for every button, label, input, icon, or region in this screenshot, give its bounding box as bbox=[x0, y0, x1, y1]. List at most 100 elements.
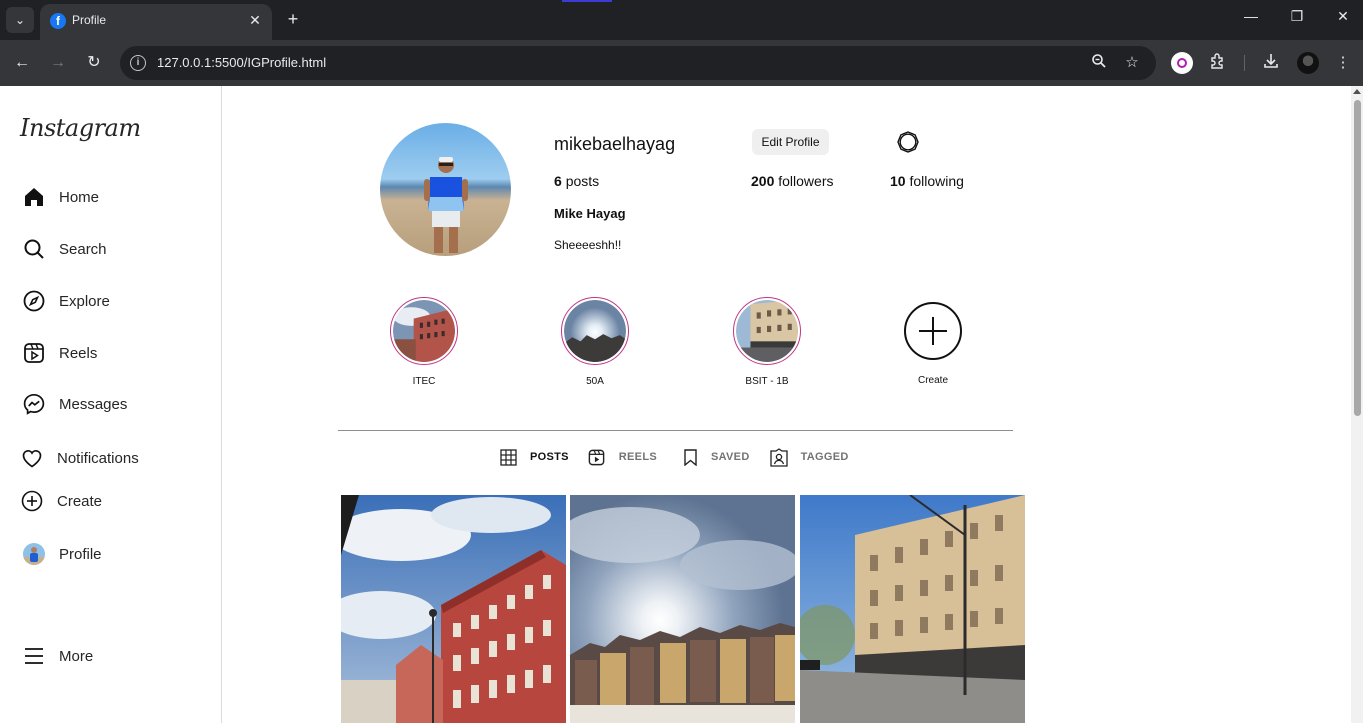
highlight-label: 50A bbox=[586, 376, 604, 387]
scroll-thumb[interactable] bbox=[1354, 100, 1361, 416]
followers-count: 200 bbox=[751, 173, 775, 189]
highlight-itec[interactable]: ITEC bbox=[389, 297, 459, 387]
sidebar-item-explore[interactable]: Explore bbox=[22, 286, 110, 316]
sidebar-item-label: Home bbox=[59, 188, 100, 206]
minimize-button[interactable]: — bbox=[1239, 8, 1263, 24]
url-text[interactable]: 127.0.0.1:5500/IGProfile.html bbox=[157, 55, 326, 70]
bookmark-icon bbox=[684, 448, 697, 466]
menu-icon bbox=[22, 644, 46, 668]
extensions-puzzle-icon[interactable] bbox=[1207, 52, 1229, 74]
highlight-ring bbox=[733, 297, 801, 365]
following-count: 10 bbox=[890, 173, 906, 189]
highlight-bsit-1b[interactable]: BSIT - 1B bbox=[732, 297, 802, 387]
messenger-icon bbox=[22, 392, 46, 416]
sidebar-item-more[interactable]: More bbox=[22, 641, 93, 671]
plus-icon bbox=[904, 302, 962, 360]
tab-label: TAGGED bbox=[800, 451, 849, 463]
sidebar-item-label: More bbox=[59, 647, 94, 665]
tab-posts[interactable]: POSTS bbox=[500, 448, 569, 466]
following-label: following bbox=[909, 173, 964, 189]
post-thumbnail[interactable] bbox=[570, 495, 795, 723]
browser-toolbar: ← → ↻ i 127.0.0.1:5500/IGProfile.html ☆ … bbox=[0, 40, 1363, 86]
tab-title: Profile bbox=[72, 13, 107, 27]
extension-podcast-icon[interactable] bbox=[1171, 52, 1193, 74]
scroll-up-arrow-icon[interactable] bbox=[1353, 89, 1361, 94]
sidebar-item-profile[interactable]: Profile bbox=[22, 539, 102, 569]
forward-arrow-icon[interactable]: → bbox=[47, 52, 69, 74]
sidebar: Instagram Home Search Explore Reels Mess… bbox=[0, 86, 222, 723]
zoom-icon[interactable] bbox=[1089, 53, 1109, 73]
highlight-ring bbox=[390, 297, 458, 365]
page-viewport: Instagram Home Search Explore Reels Mess… bbox=[0, 86, 1351, 723]
sidebar-item-messages[interactable]: Messages bbox=[22, 389, 127, 419]
tab-search-button[interactable]: ⌄ bbox=[6, 7, 34, 33]
sidebar-item-label: Notifications bbox=[57, 449, 139, 467]
toolbar-separator bbox=[1244, 55, 1245, 71]
browser-tab-bar: ⌄ f Profile ✕ + — ❐ ✕ bbox=[0, 0, 1363, 40]
tab-label: SAVED bbox=[710, 451, 750, 463]
profile-username: mikebaelhayag bbox=[554, 134, 676, 154]
followers-label: followers bbox=[778, 173, 834, 189]
tab-saved[interactable]: SAVED bbox=[683, 448, 750, 466]
back-arrow-icon[interactable]: ← bbox=[11, 52, 33, 74]
restore-button[interactable]: ❐ bbox=[1285, 8, 1309, 25]
tab-bar-accent bbox=[562, 0, 612, 2]
tab-label: POSTS bbox=[530, 451, 569, 463]
highlight-50a[interactable]: 50A bbox=[560, 297, 630, 387]
reels-icon bbox=[588, 449, 605, 465]
heart-icon bbox=[20, 446, 44, 470]
followers-stat[interactable]: 200 followers bbox=[751, 173, 834, 189]
sidebar-item-label: Search bbox=[59, 240, 107, 258]
post-image-parisian-street bbox=[800, 495, 1025, 723]
highlight-label: BSIT - 1B bbox=[745, 376, 789, 387]
highlight-cover-street bbox=[736, 300, 798, 362]
profile-bio: Sheeeeshh!! bbox=[554, 238, 622, 252]
posts-label: posts bbox=[565, 173, 600, 189]
tab-reels[interactable]: REELS bbox=[587, 448, 657, 467]
profile-picture[interactable] bbox=[380, 123, 511, 256]
address-bar[interactable]: i 127.0.0.1:5500/IGProfile.html ☆ bbox=[120, 46, 1156, 80]
more-vertical-icon[interactable]: ⋮ bbox=[1332, 52, 1354, 74]
tab-close-icon[interactable]: ✕ bbox=[246, 11, 264, 29]
download-icon[interactable] bbox=[1260, 52, 1282, 74]
instagram-logo[interactable]: Instagram bbox=[20, 114, 141, 142]
site-info-icon[interactable]: i bbox=[130, 55, 146, 71]
sidebar-item-label: Explore bbox=[59, 292, 110, 310]
page-scrollbar[interactable] bbox=[1351, 86, 1363, 723]
sidebar-item-search[interactable]: Search bbox=[22, 234, 107, 264]
highlight-cover-building bbox=[393, 300, 455, 362]
tabs-divider bbox=[338, 430, 1013, 431]
sidebar-item-create[interactable]: Create bbox=[20, 486, 102, 516]
sidebar-item-notifications[interactable]: Notifications bbox=[20, 443, 139, 473]
reload-icon[interactable]: ↻ bbox=[83, 52, 105, 74]
reels-icon bbox=[22, 341, 46, 365]
settings-gear-icon[interactable] bbox=[897, 131, 919, 153]
highlight-cover-sky bbox=[564, 300, 626, 362]
following-stat[interactable]: 10 following bbox=[890, 173, 964, 189]
post-image-red-building bbox=[341, 495, 566, 723]
person-figure bbox=[424, 157, 468, 253]
posts-count-stat: 6 posts bbox=[554, 173, 599, 189]
facebook-favicon-icon: f bbox=[50, 13, 66, 29]
home-icon bbox=[22, 185, 46, 209]
edit-profile-button[interactable]: Edit Profile bbox=[752, 129, 829, 155]
plus-circle-icon bbox=[20, 489, 44, 513]
highlight-create[interactable]: Create bbox=[898, 297, 968, 386]
avatar bbox=[22, 542, 46, 566]
close-window-button[interactable]: ✕ bbox=[1331, 8, 1355, 25]
tab-label: REELS bbox=[618, 451, 657, 463]
grid-icon bbox=[500, 448, 517, 466]
sidebar-item-label: Messages bbox=[59, 395, 128, 413]
post-thumbnail[interactable] bbox=[800, 495, 1025, 723]
sidebar-item-label: Profile bbox=[59, 545, 102, 563]
highlight-ring bbox=[561, 297, 629, 365]
browser-tab-profile[interactable]: f Profile ✕ bbox=[40, 4, 272, 40]
browser-profile-avatar[interactable] bbox=[1297, 52, 1319, 74]
bookmark-star-icon[interactable]: ☆ bbox=[1122, 53, 1142, 73]
post-thumbnail[interactable] bbox=[341, 495, 566, 723]
tab-tagged[interactable]: TAGGED bbox=[769, 447, 849, 467]
sidebar-item-reels[interactable]: Reels bbox=[22, 338, 97, 368]
sidebar-item-home[interactable]: Home bbox=[22, 182, 99, 212]
new-tab-button[interactable]: + bbox=[282, 8, 304, 30]
tagged-icon bbox=[769, 447, 788, 467]
